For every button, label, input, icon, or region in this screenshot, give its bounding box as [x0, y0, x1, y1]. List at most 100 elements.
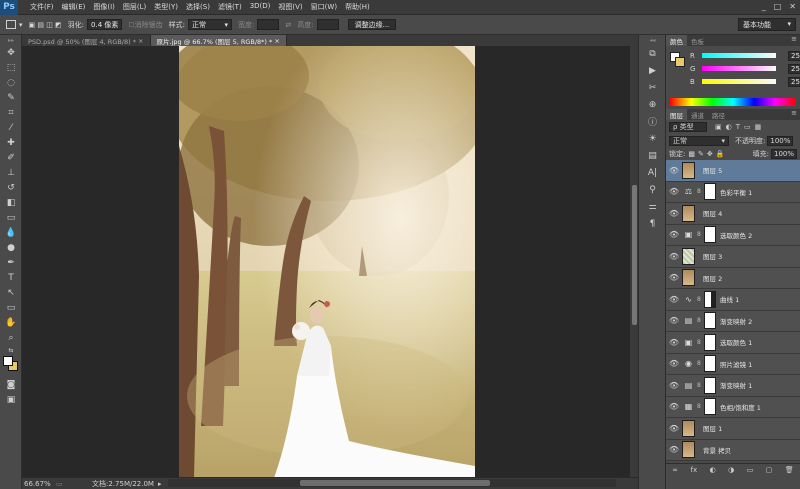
adjustments-panel-icon[interactable]: ☀: [639, 130, 666, 147]
visibility-eye-icon[interactable]: 👁: [666, 402, 682, 411]
layer-row[interactable]: 👁 ▣ 8 选取颜色 2: [666, 224, 800, 246]
new-layer-icon[interactable]: ▢: [766, 466, 773, 474]
workspace-select[interactable]: 基本功能 ▾: [738, 18, 796, 31]
clone-source-icon[interactable]: ⚲: [639, 181, 666, 198]
lasso-tool-icon[interactable]: ◌: [0, 75, 22, 90]
history-panel-icon[interactable]: ⧉: [639, 45, 666, 62]
fx-icon[interactable]: fx: [691, 466, 698, 474]
visibility-eye-icon[interactable]: 👁: [666, 209, 682, 218]
quick-mask-icon[interactable]: ◙: [0, 377, 22, 392]
crop-tool-icon[interactable]: ⌗: [0, 105, 22, 120]
path-selection-tool-icon[interactable]: ↖: [0, 285, 22, 300]
menu-item[interactable]: 视图(V): [274, 2, 306, 12]
tab-original[interactable]: 原片.jpg @ 66.7% (图层 5, RGB/8*) * ×: [150, 35, 287, 46]
minimize-icon[interactable]: _: [762, 2, 766, 11]
history-brush-tool-icon[interactable]: ↺: [0, 180, 22, 195]
layer-filter-select[interactable]: ρ 类型: [669, 122, 707, 132]
character-panel-icon[interactable]: A|: [639, 164, 666, 181]
layers-menu-icon[interactable]: ≡: [791, 109, 800, 120]
menu-item[interactable]: 类型(Y): [150, 2, 182, 12]
visibility-eye-icon[interactable]: 👁: [666, 338, 682, 347]
layer-row[interactable]: 👁 ▣ 8 选取颜色 1: [666, 332, 800, 354]
blue-slider[interactable]: [702, 79, 776, 84]
visibility-eye-icon[interactable]: 👁: [666, 359, 682, 368]
menu-item[interactable]: 3D(D): [246, 2, 275, 12]
link-chain-icon[interactable]: 8: [697, 403, 702, 410]
layer-row[interactable]: 👁 背景 拷贝: [666, 439, 800, 461]
layer-mask-thumbnail[interactable]: [704, 333, 716, 351]
document-size[interactable]: 文档:2.75M/22.0M: [92, 479, 154, 489]
visibility-eye-icon[interactable]: 👁: [666, 187, 682, 196]
clone-stamp-tool-icon[interactable]: ⊥: [0, 165, 22, 180]
red-value[interactable]: 250: [788, 50, 800, 61]
layer-row[interactable]: 👁 ▤ 8 渐变映射 1: [666, 375, 800, 397]
properties-panel-icon[interactable]: ⚌: [639, 198, 666, 215]
link-layers-icon[interactable]: ∞: [672, 466, 678, 474]
visibility-eye-icon[interactable]: 👁: [666, 381, 682, 390]
close-tab-icon[interactable]: ×: [138, 37, 143, 45]
menu-item[interactable]: 图像(I): [89, 2, 119, 12]
height-input[interactable]: [316, 19, 339, 30]
layer-row[interactable]: 👁 图层 2: [666, 267, 800, 289]
maximize-icon[interactable]: □: [774, 2, 782, 11]
layer-mask-thumbnail[interactable]: [704, 226, 716, 244]
layer-mask-thumbnail[interactable]: [704, 398, 716, 416]
move-tool-icon[interactable]: ✥: [0, 45, 22, 60]
green-slider[interactable]: [702, 66, 776, 71]
tool-presets-icon[interactable]: ✂: [639, 79, 666, 96]
dodge-tool-icon[interactable]: ●: [0, 240, 22, 255]
menu-item[interactable]: 帮助(H): [341, 2, 374, 12]
blend-mode-select[interactable]: 正常 ▾: [669, 135, 729, 146]
link-chain-icon[interactable]: 8: [697, 188, 702, 195]
tab-psd[interactable]: PSD.psd @ 50% (图层 4, RGB/8) * ×: [22, 35, 151, 46]
horizontal-scroll-thumb[interactable]: [300, 480, 490, 486]
new-adjustment-icon[interactable]: ◑: [728, 466, 734, 474]
visibility-eye-icon[interactable]: 👁: [666, 252, 682, 261]
green-value[interactable]: 250: [788, 63, 800, 74]
pen-tool-icon[interactable]: ✒: [0, 255, 22, 270]
tab-color[interactable]: 颜色: [666, 35, 687, 46]
menu-item[interactable]: 选择(S): [182, 2, 214, 12]
tab-channels[interactable]: 通道: [687, 109, 708, 120]
layer-thumbnail[interactable]: [682, 419, 695, 437]
layer-thumbnail[interactable]: [682, 247, 695, 265]
layer-thumbnail[interactable]: [682, 204, 695, 222]
visibility-eye-icon[interactable]: 👁: [666, 273, 682, 282]
layer-row[interactable]: 👁 ∿ 8 曲线 1: [666, 289, 800, 311]
link-chain-icon[interactable]: 8: [697, 317, 702, 324]
layer-row[interactable]: 👁 图层 1: [666, 418, 800, 440]
layer-thumbnail[interactable]: [682, 269, 695, 287]
layer-mask-thumbnail[interactable]: [704, 183, 716, 201]
trash-icon[interactable]: 🗑: [785, 466, 794, 474]
menu-item[interactable]: 滤镜(T): [214, 2, 246, 12]
brush-panel-icon[interactable]: ⊕: [639, 96, 666, 113]
opacity-input[interactable]: 100%: [767, 135, 794, 146]
close-icon[interactable]: ✕: [789, 2, 796, 11]
layer-mask-thumbnail[interactable]: [704, 290, 716, 308]
eyedropper-tool-icon[interactable]: ⁄: [0, 120, 22, 135]
rectangle-tool-icon[interactable]: ▭: [0, 300, 22, 315]
swap-icon[interactable]: ⇄: [285, 21, 291, 29]
zoom-level[interactable]: 66.67%: [24, 480, 56, 488]
type-tool-icon[interactable]: T: [0, 270, 22, 285]
layer-thumbnail[interactable]: [682, 161, 695, 179]
layer-row[interactable]: 👁 ▤ 8 渐变映射 2: [666, 310, 800, 332]
visibility-eye-icon[interactable]: 👁: [666, 316, 682, 325]
menu-item[interactable]: 图层(L): [119, 2, 150, 12]
lock-icons[interactable]: ▩✎✥🔒: [688, 150, 727, 158]
swap-colors-icon[interactable]: ⇆: [0, 345, 22, 355]
menu-item[interactable]: 窗口(W): [307, 2, 341, 12]
brush-tool-icon[interactable]: ✐: [0, 150, 22, 165]
actions-panel-icon[interactable]: ▶: [639, 62, 666, 79]
fill-input[interactable]: 100%: [770, 148, 797, 159]
healing-brush-tool-icon[interactable]: ✚: [0, 135, 22, 150]
link-chain-icon[interactable]: 8: [697, 382, 702, 389]
vertical-scroll-thumb[interactable]: [632, 185, 637, 325]
visibility-eye-icon[interactable]: 👁: [666, 230, 682, 239]
feather-input[interactable]: 0.4 像素: [87, 19, 123, 30]
layer-row[interactable]: 👁 图层 3: [666, 246, 800, 268]
layer-mask-thumbnail[interactable]: [704, 312, 716, 330]
blur-tool-icon[interactable]: 💧: [0, 225, 22, 240]
foreground-color-swatch[interactable]: [3, 356, 13, 366]
visibility-eye-icon[interactable]: 👁: [666, 424, 682, 433]
